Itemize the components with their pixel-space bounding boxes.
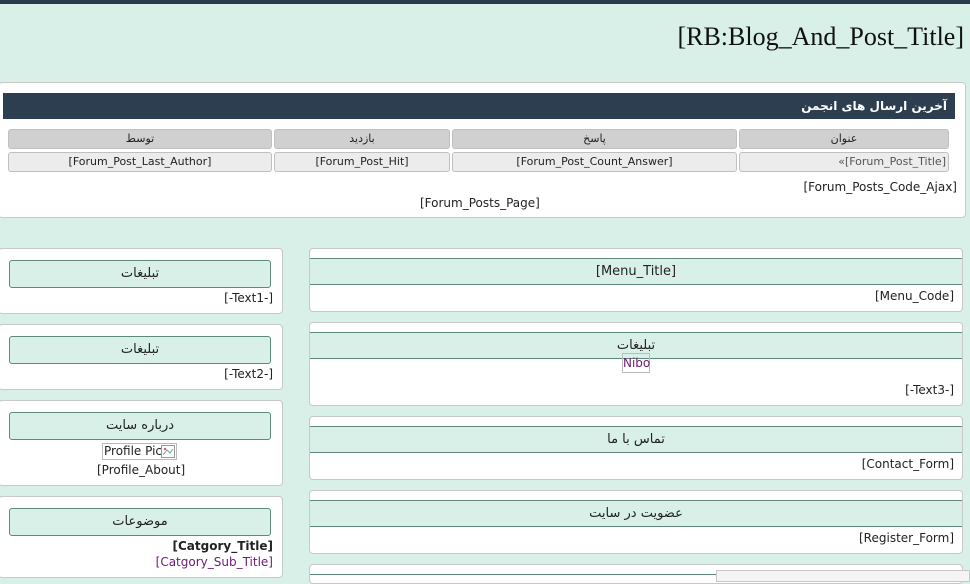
menu-title: [Menu_Title]: [310, 258, 962, 285]
profile-about-text: [Profile_About]: [97, 463, 186, 477]
forum-posts-code-ajax: [Forum_Posts_Code_Ajax]: [803, 180, 958, 194]
panel-about: درباره سایت Profile Pic [Profile_About]: [0, 400, 283, 486]
column-header-author: توسط: [8, 129, 272, 149]
category-sub-title[interactable]: [Catgory_Sub_Title]: [156, 555, 273, 569]
forum-post-title-link[interactable]: «[Forum_Post_Title]: [739, 152, 949, 172]
forum-latest-posts-box: آخرین ارسال های انجمن عنوان پاسخ بازدید …: [0, 82, 966, 218]
nibo-link[interactable]: Nibo: [622, 353, 650, 373]
panel-register: عضویت در سایت [Register_Form]: [309, 490, 963, 554]
profile-pic: Profile Pic: [102, 443, 177, 460]
panel-topics-title: موضوعات: [9, 508, 271, 536]
column-header-hits: بازدید: [274, 129, 450, 149]
column-header-answers: پاسخ: [452, 129, 737, 149]
status-tooltip: [716, 570, 970, 582]
panel-about-title: درباره سایت: [9, 412, 271, 440]
forum-post-answers: [Forum_Post_Count_Answer]: [452, 152, 737, 172]
register-form[interactable]: [Register_Form]: [859, 531, 954, 545]
profile-pic-alt: Profile Pic: [104, 444, 163, 458]
category-title[interactable]: [Catgory_Title]: [173, 539, 273, 553]
panel-contact: تماس با ما [Contact_Form]: [309, 416, 963, 480]
panel-ads-1-text: [-Text1-]: [224, 291, 273, 305]
panel-ads-2-text: [-Text2-]: [224, 367, 273, 381]
panel-topics: موضوعات [Catgory_Title] [Catgory_Sub_Tit…: [0, 496, 283, 578]
contact-title: تماس با ما: [310, 426, 962, 453]
broken-image-icon: [161, 445, 175, 458]
forum-heading: آخرین ارسال های انجمن: [3, 93, 955, 119]
panel-menu: [Menu_Title] [Menu_Code]: [309, 248, 963, 312]
panel-ads-3-text: [-Text3-]: [905, 383, 954, 397]
panel-ads-2: تبلیغات [-Text2-]: [0, 324, 283, 390]
contact-form[interactable]: [Contact_Form]: [862, 457, 954, 471]
panel-ads-3: تبلیغات Nibo [-Text3-]: [309, 322, 963, 406]
forum-post-hits: [Forum_Post_Hit]: [274, 152, 450, 172]
panel-ads-1: تبلیغات [-Text1-]: [0, 248, 283, 314]
register-title: عضویت در سایت: [310, 500, 962, 527]
site-title: [RB:Blog_And_Post_Title]: [677, 22, 964, 51]
forum-posts-page[interactable]: [Forum_Posts_Page]: [420, 196, 540, 210]
panel-ads-1-title: تبلیغات: [9, 260, 271, 288]
forum-post-author: [Forum_Post_Last_Author]: [8, 152, 272, 172]
top-bar: [0, 0, 970, 4]
panel-ads-2-title: تبلیغات: [9, 336, 271, 364]
column-header-title: عنوان: [739, 129, 949, 149]
menu-code: [Menu_Code]: [874, 289, 954, 303]
